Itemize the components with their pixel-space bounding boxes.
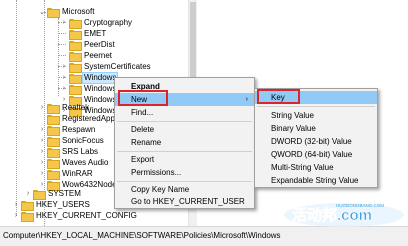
chevron-right-icon: › [245,96,248,103]
chevron-right-icon[interactable]: › [24,190,32,197]
submenu-item-string-value[interactable]: String Value [255,109,377,122]
menu-item-find[interactable]: Find... [115,106,254,119]
folder-icon [47,147,60,158]
tree-node-label: HKEY_CURRENT_CONFIG [36,210,137,220]
chevron-right-icon[interactable]: › [60,63,68,70]
menu-separator [257,106,375,107]
folder-icon [69,40,82,51]
folder-icon [21,200,34,211]
tree-node-srs-labs[interactable]: › SRS Labs [38,146,99,158]
submenu-item-dword-value[interactable]: DWORD (32-bit) Value [255,135,377,148]
folder-icon [47,125,60,136]
folder-icon [21,211,34,222]
folder-icon [47,136,60,147]
menu-item-goto-hkcu[interactable]: Go to HKEY_CURRENT_USER [115,195,254,208]
tree-node-label: SonicFocus [62,135,104,145]
chevron-right-icon[interactable]: › [38,137,46,144]
chevron-right-icon[interactable]: › [12,201,20,208]
tree-node-label: Microsoft [62,6,95,16]
watermark-logo: 活动邦.com HUODONGBANG.COM [284,203,404,227]
folder-icon [69,18,82,29]
folder-icon [47,7,60,18]
tree-node-label: PeerDist [84,39,115,49]
menu-item-permissions[interactable]: Permissions... [115,166,254,179]
menu-item-export[interactable]: Export [115,153,254,166]
tree-node-winrar[interactable]: › WinRAR [38,168,94,180]
submenu-item-multi-string-value[interactable]: Multi-String Value [255,161,377,174]
tree-node-hkey-current-config[interactable]: › HKEY_CURRENT_CONFIG [12,210,138,222]
folder-icon [33,189,46,200]
folder-icon [69,51,82,62]
submenu-item-binary-value[interactable]: Binary Value [255,122,377,135]
tree-node-emet[interactable]: EMET [60,28,107,40]
annotation-highlight-key [257,89,300,104]
chevron-right-icon[interactable]: › [38,181,46,188]
tree-node-label: Realtek [62,102,90,112]
tree-node-label: EMET [84,28,107,38]
tree-node-label: Cryptography [84,17,133,27]
tree-node-realtek[interactable]: › Realtek [38,102,90,114]
tree-node-label: HKEY_USERS [36,199,90,209]
tree-node-label: WinRAR [62,168,93,178]
menu-item-rename[interactable]: Rename [115,136,254,149]
submenu-item-qword-value[interactable]: QWORD (64-bit) Value [255,148,377,161]
tree-node-registeredapplications[interactable]: RegisteredApplic [38,113,123,125]
chevron-right-icon[interactable]: › [60,19,68,26]
menu-separator [117,151,252,152]
chevron-right-icon[interactable]: › [38,148,46,155]
tree-node-microsoft[interactable]: ⌄ Microsoft [38,6,95,18]
watermark-subtext: HUODONGBANG.COM [336,203,384,208]
tree-node-label: Windows [81,71,119,84]
folder-icon [69,84,82,95]
tree-node-label: SRS Labs [62,146,99,156]
menu-separator [117,181,252,182]
chevron-right-icon[interactable]: › [38,104,46,111]
chevron-right-icon[interactable]: › [38,159,46,166]
tree-node-systemcertificates[interactable]: › SystemCertificates [60,61,152,73]
tree-node-cryptography[interactable]: › Cryptography [60,17,133,29]
menu-separator [117,121,252,122]
tree-node-label: Windows [84,83,117,93]
tree-node-sonicfocus[interactable]: › SonicFocus [38,135,105,147]
chevron-right-icon[interactable]: › [38,126,46,133]
annotation-highlight-new [118,90,168,106]
folder-icon [47,103,60,114]
folder-icon [69,73,82,84]
tree-node-label: Respawn [62,124,96,134]
chevron-right-icon[interactable]: › [12,212,20,219]
watermark-text: 活动邦.com [292,206,372,224]
status-bar: Computer\HKEY_LOCAL_MACHINE\SOFTWARE\Pol… [0,226,408,246]
tree-node-system[interactable]: › SYSTEM [24,188,82,200]
tree-node-label: SystemCertificates [84,61,151,71]
tree-node-label: Peernet [84,50,113,60]
folder-icon [47,158,60,169]
tree-node-hkey-users[interactable]: › HKEY_USERS [12,199,91,211]
folder-icon [47,169,60,180]
registry-path: Computer\HKEY_LOCAL_MACHINE\SOFTWARE\Pol… [3,231,281,240]
chevron-right-icon[interactable]: › [38,170,46,177]
tree-node-respawn[interactable]: › Respawn [38,124,96,136]
chevron-right-icon[interactable]: › [60,74,68,81]
tree-node-peernet[interactable]: Peernet [60,50,113,62]
folder-icon [47,114,60,125]
tree-node-waves-audio[interactable]: › Waves Audio [38,157,109,169]
chevron-down-icon[interactable]: ⌄ [38,8,46,16]
tree-node-label: Waves Audio [62,157,109,167]
menu-item-delete[interactable]: Delete [115,123,254,136]
tree-node-windows-selected[interactable]: › Windows [60,71,119,84]
chevron-right-icon[interactable]: › [60,85,68,92]
tree-node-windows[interactable]: › Windows [60,83,117,95]
submenu-item-expandable-string-value[interactable]: Expandable String Value [255,174,377,187]
tree-node-peerdist[interactable]: PeerDist [60,39,116,51]
folder-icon [69,62,82,73]
folder-icon [69,29,82,40]
tree-node-label: SYSTEM [48,188,81,198]
